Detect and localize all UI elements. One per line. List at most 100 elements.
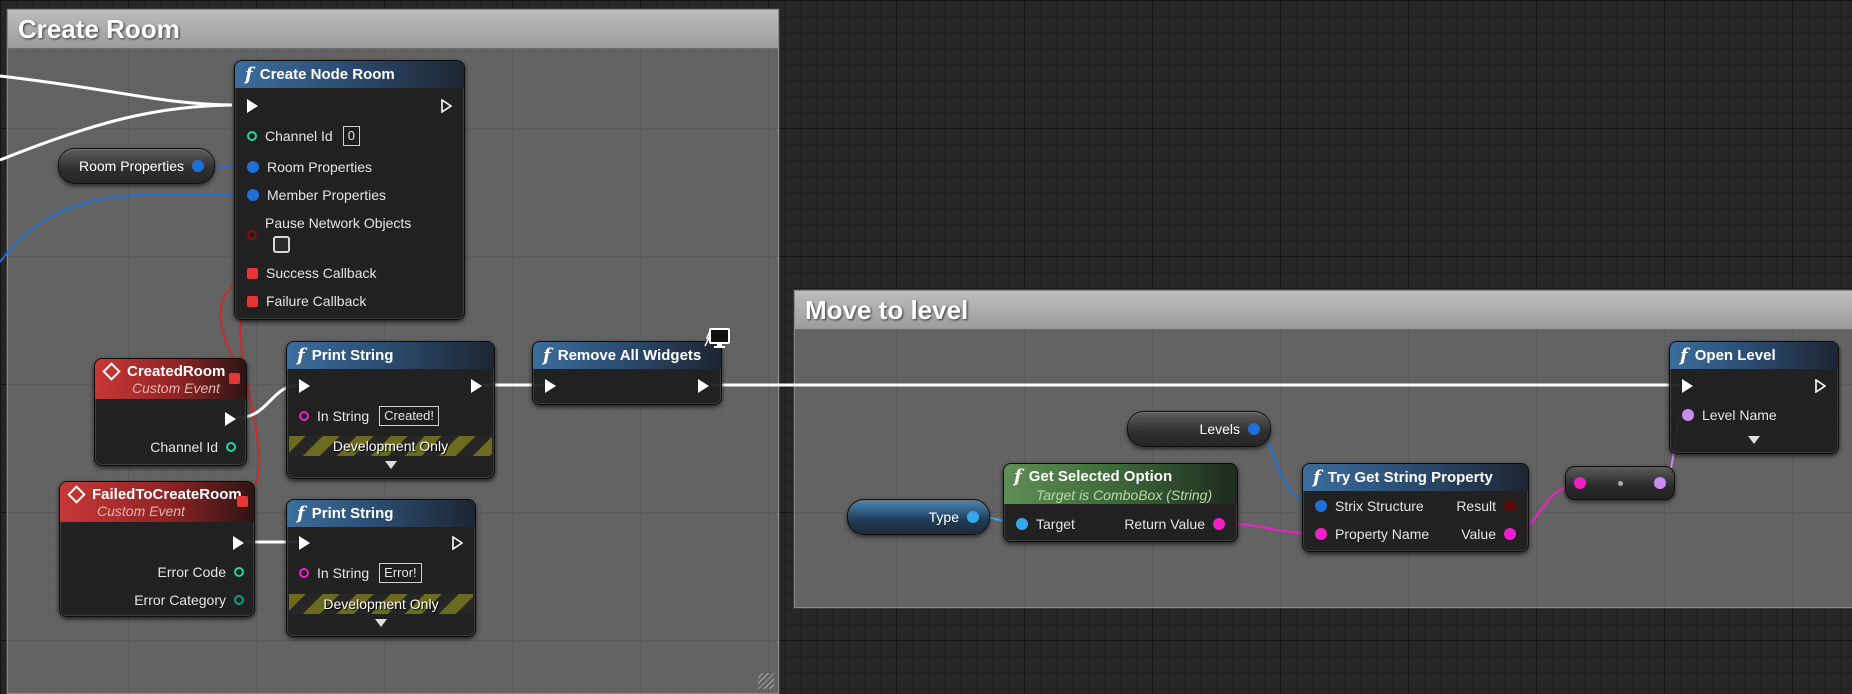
conversion-input-pin[interactable]	[1574, 477, 1586, 489]
development-only-banner: Development Only	[289, 594, 473, 614]
result-label: Result	[1456, 498, 1496, 514]
strix-structure-row: Strix Structure	[1315, 495, 1432, 517]
member-properties-row: Member Properties	[247, 184, 394, 206]
pause-network-objects-checkbox-row	[273, 233, 290, 255]
print-string-created-title: Print String	[311, 347, 394, 364]
in-string-value-field[interactable]: Error!	[379, 563, 422, 583]
failed-event-exec-row	[233, 532, 244, 554]
exec-output-pin[interactable]	[441, 99, 452, 113]
comment-resize-grip[interactable]	[758, 673, 774, 689]
room-properties-variable-label: Room Properties	[78, 158, 184, 174]
level-name-input-pin[interactable]	[1682, 409, 1694, 421]
in-string-input-pin[interactable]	[299, 411, 309, 421]
open-level-exec-in-row	[1682, 375, 1693, 397]
failure-callback-delegate-pin[interactable]	[247, 295, 258, 307]
room-properties-variable-node[interactable]: Room Properties	[58, 148, 215, 184]
exec-out-row	[441, 95, 452, 117]
remove-all-widgets-node[interactable]: f Remove All Widgets	[532, 341, 722, 405]
event-diamond-icon	[67, 484, 86, 504]
get-selected-option-node[interactable]: f Get Selected Option Target is ComboBox…	[1003, 463, 1238, 542]
exec-output-pin[interactable]	[698, 379, 709, 393]
result-output-pin[interactable]	[1504, 500, 1516, 512]
return-value-row: Return Value	[1116, 513, 1225, 535]
error-code-label: Error Code	[157, 564, 226, 580]
exec-input-pin[interactable]	[1682, 379, 1693, 393]
created-room-event-title: CreatedRoom	[127, 362, 226, 380]
target-row: Target	[1016, 513, 1083, 535]
function-icon: f	[297, 345, 305, 366]
created-room-exec-output-pin[interactable]	[225, 412, 236, 426]
channel-id-input-pin[interactable]	[247, 131, 257, 141]
levels-output-pin[interactable]	[1248, 423, 1260, 435]
created-room-channel-id-output-pin[interactable]	[226, 442, 236, 452]
type-variable-node[interactable]: Type	[847, 499, 990, 535]
strix-structure-label: Strix Structure	[1335, 498, 1424, 514]
print-string-created-header: f Print String	[287, 342, 494, 369]
type-output-pin[interactable]	[967, 511, 979, 523]
success-callback-label: Success Callback	[266, 265, 377, 281]
failed-event-subtitle: Custom Event	[97, 502, 185, 519]
expand-arrow-icon[interactable]	[375, 619, 387, 627]
print-string-error-title: Print String	[311, 505, 394, 522]
failed-event-exec-output-pin[interactable]	[233, 536, 244, 550]
create-node-room-node[interactable]: f Create Node Room Channel Id 0 Room Pro…	[234, 60, 465, 320]
exec-input-pin[interactable]	[545, 379, 556, 393]
failed-to-create-room-event-node[interactable]: FailedToCreateRoom Custom Event Error Co…	[59, 481, 255, 617]
comment-title-create-room[interactable]: Create Room	[8, 10, 778, 49]
get-selected-option-header: f Get Selected Option Target is ComboBox…	[1004, 464, 1237, 504]
error-category-output-pin[interactable]	[234, 595, 244, 605]
failed-event-error-category-row: Error Category	[126, 589, 244, 611]
in-string-input-pin[interactable]	[299, 568, 309, 578]
value-row: Value	[1453, 523, 1516, 545]
failure-callback-label: Failure Callback	[266, 293, 367, 309]
pause-network-objects-input-pin[interactable]	[247, 230, 257, 240]
failed-event-delegate-output-pin[interactable]	[237, 496, 248, 507]
exec-input-pin[interactable]	[299, 536, 310, 550]
error-code-output-pin[interactable]	[234, 567, 244, 577]
return-value-output-pin[interactable]	[1213, 518, 1225, 530]
strix-structure-input-pin[interactable]	[1315, 500, 1327, 512]
channel-id-value-field[interactable]: 0	[342, 126, 360, 146]
function-icon: f	[1313, 467, 1321, 488]
created-room-delegate-output-pin[interactable]	[229, 373, 240, 384]
pause-network-objects-checkbox[interactable]	[273, 235, 290, 253]
room-properties-output-pin[interactable]	[192, 160, 204, 172]
value-output-pin[interactable]	[1504, 528, 1516, 540]
exec-output-pin[interactable]	[452, 536, 463, 550]
exec-output-pin[interactable]	[471, 379, 482, 393]
property-name-row: Property Name	[1315, 523, 1437, 545]
error-category-label: Error Category	[134, 592, 226, 608]
event-diamond-icon	[102, 361, 121, 381]
conversion-output-pin[interactable]	[1654, 477, 1666, 489]
target-input-pin[interactable]	[1016, 518, 1028, 530]
failure-callback-row: Failure Callback	[247, 290, 374, 312]
exec-input-pin[interactable]	[299, 379, 310, 393]
success-callback-delegate-pin[interactable]	[247, 267, 258, 279]
expand-arrow-icon[interactable]	[1748, 436, 1760, 444]
print-string-created-node[interactable]: f Print String In String Created! Develo…	[286, 341, 495, 479]
created-room-exec-row	[225, 408, 236, 430]
created-room-event-node[interactable]: CreatedRoom Custom Event Channel Id	[94, 358, 247, 466]
create-node-room-title: Create Node Room	[259, 66, 395, 83]
create-node-room-header: f Create Node Room	[235, 61, 464, 88]
try-get-string-property-node[interactable]: f Try Get String Property Strix Structur…	[1302, 463, 1529, 552]
exec-input-pin[interactable]	[247, 99, 258, 113]
room-properties-input-pin[interactable]	[247, 161, 259, 173]
print-string-error-node[interactable]: f Print String In String Error! Developm…	[286, 499, 476, 637]
expand-arrow-icon[interactable]	[385, 461, 397, 469]
open-level-exec-out-row	[1815, 375, 1826, 397]
print-string-created-exec-out-row	[471, 375, 482, 397]
remove-all-widgets-exec-out-row	[698, 375, 709, 397]
print-string-error-in-string-row: In String Error!	[299, 562, 422, 584]
client-only-monitor-icon	[704, 328, 730, 348]
exec-output-pin[interactable]	[1815, 379, 1826, 393]
member-properties-input-pin[interactable]	[247, 189, 259, 201]
open-level-node[interactable]: f Open Level Level Name	[1669, 341, 1839, 454]
in-string-value-field[interactable]: Created!	[379, 406, 440, 426]
print-string-error-header: f Print String	[287, 500, 475, 527]
levels-variable-node[interactable]: Levels	[1127, 411, 1271, 447]
string-to-name-conversion-node[interactable]	[1565, 466, 1675, 500]
property-name-input-pin[interactable]	[1315, 528, 1327, 540]
channel-id-row: Channel Id 0	[247, 125, 360, 147]
comment-title-move-to-level[interactable]: Move to level	[795, 291, 1852, 330]
